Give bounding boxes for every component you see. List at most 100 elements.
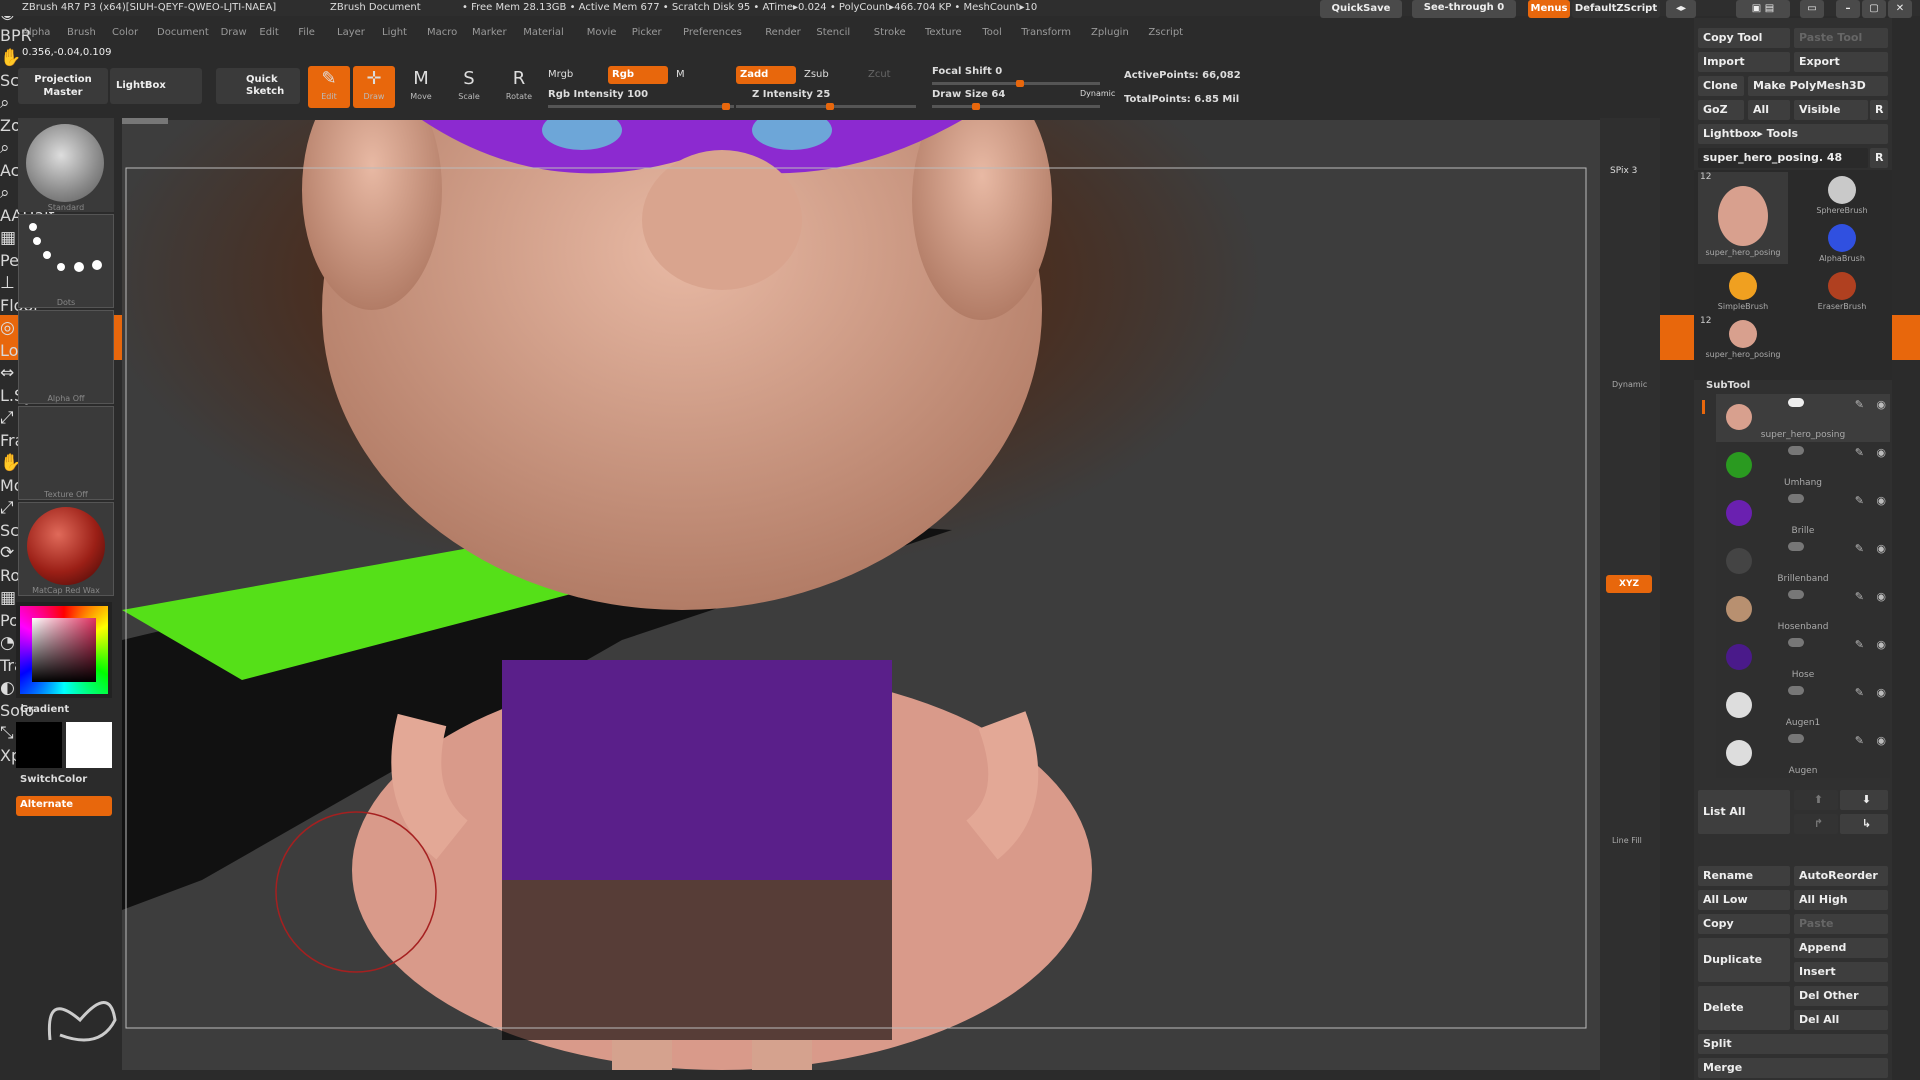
delete-button[interactable]: Delete [1698,986,1790,1030]
copy-button[interactable]: Copy [1698,914,1790,934]
mrgb-toggle[interactable]: Mrgb [548,69,573,80]
quick-sketch-button[interactable]: Quick Sketch [216,68,300,104]
eye-icon[interactable]: ◉ [1876,638,1886,651]
rename-button[interactable]: Rename [1698,866,1790,886]
projection-master-button[interactable]: Projection Master [18,68,108,104]
brush-icon[interactable]: ✎ [1855,494,1864,507]
insert-button[interactable]: Insert [1794,962,1888,982]
menu-layer[interactable]: Layer [337,27,365,38]
menu-render[interactable]: Render [765,27,801,38]
eye-icon[interactable]: ◉ [1876,686,1886,699]
maximize-icon[interactable]: ▢ [1862,0,1886,18]
layout-icon[interactable]: ▣ ▤ [1736,0,1790,18]
subtool-item[interactable]: ✎ ◉ Brillenband [1716,538,1890,586]
list-all-button[interactable]: List All [1698,790,1790,834]
tool-thumb-eraserbrush[interactable]: EraserBrush [1798,268,1886,316]
menu-zplugin[interactable]: Zplugin [1091,27,1129,38]
del-other-button[interactable]: Del Other [1794,986,1888,1006]
autoreorder-button[interactable]: AutoReorder [1794,866,1888,886]
jump-up-icon[interactable]: ↱ [1794,814,1838,834]
eye-icon[interactable]: ◉ [1876,734,1886,747]
merge-button[interactable]: Merge [1698,1058,1888,1078]
minimize-icon[interactable]: – [1836,0,1860,18]
secondary-color-swatch[interactable] [66,722,112,768]
menu-file[interactable]: File [298,27,315,38]
menu-color[interactable]: Color [112,27,138,38]
subtool-item[interactable]: ✎ ◉ Umhang [1716,442,1890,490]
eye-icon[interactable]: ◉ [1876,542,1886,555]
menu-stroke[interactable]: Stroke [874,27,906,38]
goz-visible-button[interactable]: Visible [1794,100,1868,120]
subtool-item[interactable]: ✎ ◉ Augen1 [1716,682,1890,730]
goz-button[interactable]: GoZ [1698,100,1744,120]
menu-zscript[interactable]: Zscript [1148,27,1183,38]
subtool-polypaint-toggle[interactable] [1788,494,1804,503]
brush-icon[interactable]: ✎ [1855,590,1864,603]
menu-light[interactable]: Light [382,27,407,38]
edit-mode-button[interactable]: ✎ Edit [308,66,350,108]
menu-draw[interactable]: Draw [221,27,247,38]
eye-icon[interactable]: ◉ [1876,398,1886,411]
make-polymesh-button[interactable]: Make PolyMesh3D [1748,76,1888,96]
brush-icon[interactable]: ✎ [1855,542,1864,555]
subtool-item[interactable]: ✎ ◉ Hose [1716,634,1890,682]
brush-icon[interactable]: ✎ [1855,446,1864,459]
tool-thumb-simplebrush[interactable]: SimpleBrush [1698,268,1788,316]
lightbox-tools-button[interactable]: Lightbox▸ Tools [1698,124,1888,144]
goz-all-button[interactable]: All [1748,100,1790,120]
rotate-mode-button[interactable]: R Rotate [498,66,540,108]
jump-down-icon[interactable]: ↳ [1840,814,1888,834]
subtool-item[interactable]: ✎ ◉ Hosenband [1716,586,1890,634]
lightbox-button[interactable]: LightBox [110,68,202,104]
standard-brush-thumb[interactable]: Standard [18,118,114,212]
menu-macro[interactable]: Macro [427,27,457,38]
menus-button[interactable]: Menus [1528,0,1570,18]
move-mode-button[interactable]: M Move [400,66,442,108]
menu-material[interactable]: Material [523,27,564,38]
menu-marker[interactable]: Marker [472,27,507,38]
paste-tool-button[interactable]: Paste Tool [1794,28,1888,48]
tool-thumb-super-hero[interactable]: super_hero_posing 12 [1698,172,1788,264]
focal-shift-slider[interactable] [932,80,1100,87]
menu-transform[interactable]: Transform [1021,27,1071,38]
rgb-intensity-slider[interactable] [548,103,734,110]
subtool-item[interactable]: ✎ ◉ super_hero_posing [1716,394,1890,442]
menu-tool[interactable]: Tool [982,27,1001,38]
alpha-thumb[interactable]: Alpha Off [18,310,114,404]
subtool-polypaint-toggle[interactable] [1788,734,1804,743]
rgb-toggle[interactable]: Rgb [608,66,668,84]
texture-thumb[interactable]: Texture Off [18,406,114,500]
subtool-polypaint-toggle[interactable] [1788,590,1804,599]
brush-icon[interactable]: ✎ [1855,686,1864,699]
default-zscript-button[interactable]: DefaultZScript [1572,0,1660,18]
subtool-polypaint-toggle[interactable] [1788,446,1804,455]
xyz-toggle[interactable]: XYZ [1606,575,1652,593]
m-toggle[interactable]: M [676,69,685,80]
paste-button[interactable]: Paste [1794,914,1888,934]
current-tool-r-button[interactable]: R [1870,148,1888,168]
alternate-button[interactable]: Alternate [16,796,112,816]
current-tool-slider[interactable]: super_hero_posing. 48 [1698,148,1868,168]
eye-icon[interactable]: ◉ [1876,494,1886,507]
menu-brush[interactable]: Brush [67,27,96,38]
zsub-toggle[interactable]: Zsub [804,69,829,80]
move-down-arrow-icon[interactable]: ⬇ [1840,790,1888,810]
primary-color-swatch[interactable] [16,722,62,768]
draw-mode-button[interactable]: ✛ Draw [353,66,395,108]
dots-stroke-thumb[interactable]: Dots [18,214,114,308]
z-intensity-slider[interactable] [736,103,916,110]
subtool-polypaint-toggle[interactable] [1788,542,1804,551]
eye-icon[interactable]: ◉ [1876,590,1886,603]
import-button[interactable]: Import [1698,52,1790,72]
tool-thumb-alphabrush[interactable]: AlphaBrush [1798,220,1886,268]
menu-edit[interactable]: Edit [259,27,278,38]
subtool-header[interactable]: SubTool [1706,380,1750,391]
matcap-thumb[interactable]: MatCap Red Wax [18,502,114,596]
subtool-polypaint-toggle[interactable] [1788,686,1804,695]
color-picker[interactable] [16,602,112,698]
switchcolor-button[interactable]: SwitchColor [20,774,87,785]
subtool-item[interactable]: ✎ ◉ Augen [1716,730,1890,778]
split-button[interactable]: Split [1698,1034,1888,1054]
see-through-slider[interactable]: See-through 0 [1412,0,1516,18]
menu-texture[interactable]: Texture [925,27,962,38]
